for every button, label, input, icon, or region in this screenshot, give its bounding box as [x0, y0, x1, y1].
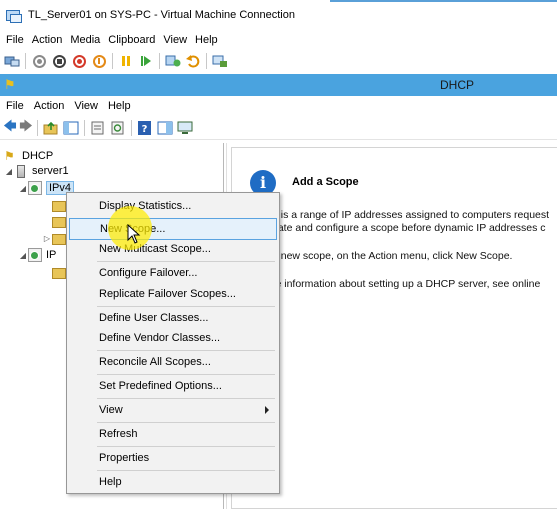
menu-item-refresh[interactable]: Refresh [69, 423, 277, 445]
toolbar-separator [37, 119, 38, 136]
tree-label-ipv6: IP [46, 249, 57, 261]
vm-window-title: TL_Server01 on SYS-PC - Virtual Machine … [28, 9, 295, 21]
vm-menu-clipboard[interactable]: Clipboard [106, 34, 161, 46]
turn-off-icon[interactable] [51, 53, 67, 69]
checkpoint-icon[interactable] [165, 53, 181, 69]
ctrl-alt-del-icon[interactable] [4, 53, 20, 69]
dhcp-window-titlebar: ⚑ DHCP [0, 74, 557, 96]
ipv4-icon [28, 181, 42, 195]
back-arrow-icon[interactable]: 🡄 [2, 117, 18, 139]
scope-description-line-2: eate and configure a scope before dynami… [272, 222, 546, 234]
dhcp-toolbar: 🡄 🡆 ? [0, 116, 557, 140]
collapse-icon[interactable]: ◢ [18, 184, 28, 193]
ipv6-icon [28, 248, 42, 262]
menu-item-configure-failover[interactable]: Configure Failover... [69, 262, 277, 284]
vm-menu-file[interactable]: File [4, 34, 30, 46]
resume-icon[interactable] [138, 53, 154, 69]
dhcp-menu-help[interactable]: Help [106, 100, 139, 112]
revert-icon[interactable] [185, 53, 201, 69]
start-icon[interactable] [31, 53, 47, 69]
menu-item-reconcile-all-scopes[interactable]: Reconcile All Scopes... [69, 351, 277, 373]
expand-icon[interactable]: ▷ [42, 234, 52, 243]
vm-window-titlebar: TL_Server01 on SYS-PC - Virtual Machine … [0, 0, 557, 30]
scope-help-line: re information about setting up a DHCP s… [272, 278, 541, 290]
dhcp-icon: ⚑ [4, 149, 15, 163]
vm-menubar: File Action Media Clipboard View Help [0, 30, 557, 50]
menu-item-display-statistics[interactable]: Display Statistics... [69, 195, 277, 217]
dhcp-window-title: DHCP [440, 78, 475, 92]
toolbar-separator [112, 53, 113, 69]
menu-item-set-predefined-options[interactable]: Set Predefined Options... [69, 375, 277, 397]
menu-item-properties[interactable]: Properties [69, 447, 277, 469]
folder-icon [52, 200, 66, 212]
power-icon[interactable] [91, 53, 107, 69]
tree-node-server1[interactable]: ◢ server1 [4, 163, 69, 179]
tree-label-server1: server1 [32, 165, 69, 177]
vm-connection-icon [6, 9, 22, 23]
toolbar-separator [131, 119, 132, 136]
folder-icon [52, 233, 66, 245]
properties-icon[interactable] [90, 120, 106, 136]
console-icon[interactable] [177, 120, 193, 136]
menu-item-view-label: View [99, 404, 123, 416]
tree-node-dhcp[interactable]: ⚑ DHCP [4, 148, 53, 164]
help-icon[interactable]: ? [137, 120, 153, 136]
toolbar-separator [206, 53, 207, 69]
toolbar-separator [159, 53, 160, 69]
enhanced-session-icon[interactable] [212, 53, 228, 69]
menu-item-help[interactable]: Help [69, 471, 277, 493]
titlebar-accent [330, 0, 557, 2]
collapse-icon[interactable]: ◢ [4, 167, 14, 176]
refresh-icon[interactable] [110, 120, 126, 136]
forward-arrow-icon[interactable]: 🡆 [18, 117, 34, 139]
shutdown-icon[interactable] [71, 53, 87, 69]
add-scope-heading: Add a Scope [292, 176, 359, 188]
server-icon [17, 164, 25, 178]
scope-description-line-1: e is a range of IP addresses assigned to… [272, 209, 550, 221]
pause-icon[interactable] [118, 53, 134, 69]
vm-menu-view[interactable]: View [161, 34, 193, 46]
vm-toolbar [0, 50, 557, 72]
dhcp-menu-action[interactable]: Action [32, 100, 73, 112]
menu-item-define-user-classes[interactable]: Define User Classes... [69, 307, 277, 329]
menu-item-new-scope[interactable]: New Scope... [69, 218, 277, 240]
vm-menu-action[interactable]: Action [30, 34, 69, 46]
dhcp-app-icon: ⚑ [4, 77, 16, 92]
up-folder-icon[interactable] [43, 120, 59, 136]
dhcp-menu-file[interactable]: File [4, 100, 32, 112]
toolbar-separator [25, 53, 26, 69]
tree-label-dhcp: DHCP [22, 150, 54, 162]
dhcp-menu-view[interactable]: View [72, 100, 106, 112]
svg-text:?: ? [142, 124, 148, 135]
menu-item-replicate-failover-scopes[interactable]: Replicate Failover Scopes... [69, 283, 277, 305]
ipv4-context-menu: Display Statistics... New Scope... New M… [66, 192, 280, 494]
vm-menu-media[interactable]: Media [68, 34, 106, 46]
menu-item-new-multicast-scope[interactable]: New Multicast Scope... [69, 238, 277, 260]
folder-icon [52, 216, 66, 228]
tree-node-ipv6[interactable]: ◢ IP [18, 247, 56, 263]
toolbar-separator [84, 119, 85, 136]
folder-icon [52, 267, 66, 279]
vm-menu-help[interactable]: Help [193, 34, 224, 46]
submenu-arrow-icon [265, 406, 269, 414]
collapse-icon[interactable]: ◢ [18, 251, 28, 260]
show-hide-tree-icon[interactable] [63, 120, 79, 136]
mouse-pointer-icon [127, 224, 141, 244]
scope-instruction-line: a new scope, on the Action menu, click N… [272, 250, 513, 262]
dhcp-menubar: File Action View Help [0, 96, 557, 116]
menu-item-define-vendor-classes[interactable]: Define Vendor Classes... [69, 327, 277, 349]
menu-item-view[interactable]: View [69, 399, 277, 421]
export-icon[interactable] [157, 120, 173, 136]
